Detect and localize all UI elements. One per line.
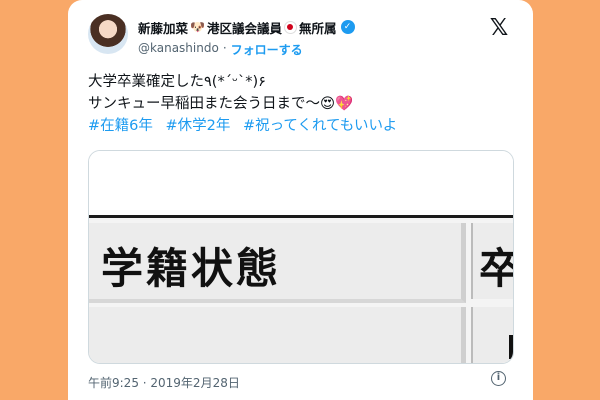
tweet-timestamp[interactable]: 午前9:25 · 2019年2月28日 xyxy=(88,374,240,391)
document-photo: 学籍状態 卒 xyxy=(89,151,513,363)
tweet-card: 新藤加菜 🐶 港区議会議員 無所属 ✓ @kanashindo · フォローする… xyxy=(68,0,533,400)
author-title: 港区議会議員 xyxy=(206,20,282,36)
tweet-media-image[interactable]: 学籍状態 卒 xyxy=(88,150,514,364)
author-handle-row: @kanashindo · フォローする xyxy=(138,41,303,58)
follow-button[interactable]: フォローする xyxy=(231,41,303,58)
hashtag-link[interactable]: #休学2年 xyxy=(165,118,230,134)
author-name-row[interactable]: 新藤加菜 🐶 港区議会議員 無所属 ✓ xyxy=(138,18,355,36)
verified-badge-icon: ✓ xyxy=(340,20,355,34)
table-cell-empty xyxy=(89,307,466,363)
handle-separator: · xyxy=(222,41,227,55)
cell-value-text: 卒 xyxy=(479,235,513,296)
hashtag-link[interactable]: #在籍6年 xyxy=(88,118,153,134)
avatar[interactable] xyxy=(88,14,128,54)
tweet-line-2: サンキュー早稲田また会う日まで〜😍💖 xyxy=(88,96,354,112)
hashtag-row: #在籍6年 #休学2年 #祝ってくれてもいいよ xyxy=(88,115,518,137)
table-cell-label: 学籍状態 xyxy=(89,223,466,303)
x-logo-icon[interactable]: 𝕏 xyxy=(488,17,510,40)
author-handle[interactable]: @kanashindo xyxy=(138,41,219,58)
author-party: 無所属 xyxy=(298,20,337,36)
author-display-name[interactable]: 新藤加菜 xyxy=(138,18,188,37)
table-rule xyxy=(89,215,513,218)
hashtag-link[interactable]: #祝ってくれてもいいよ xyxy=(243,118,397,134)
info-icon[interactable]: i xyxy=(491,371,506,386)
table-cell-value: 卒 xyxy=(471,223,513,299)
cell-label-text: 学籍状態 xyxy=(101,244,282,293)
tweet-text: 大学卒業確定した٩(*ˊᵕˋ*)۶ サンキュー早稲田また会う日まで〜😍💖 #在籍… xyxy=(88,71,518,137)
japan-flag-icon xyxy=(283,20,297,34)
table-cell-partial xyxy=(471,307,513,363)
tweet-line-1: 大学卒業確定した٩(*ˊᵕˋ*)۶ xyxy=(88,74,266,90)
dog-emoji-icon: 🐶 xyxy=(190,20,205,34)
